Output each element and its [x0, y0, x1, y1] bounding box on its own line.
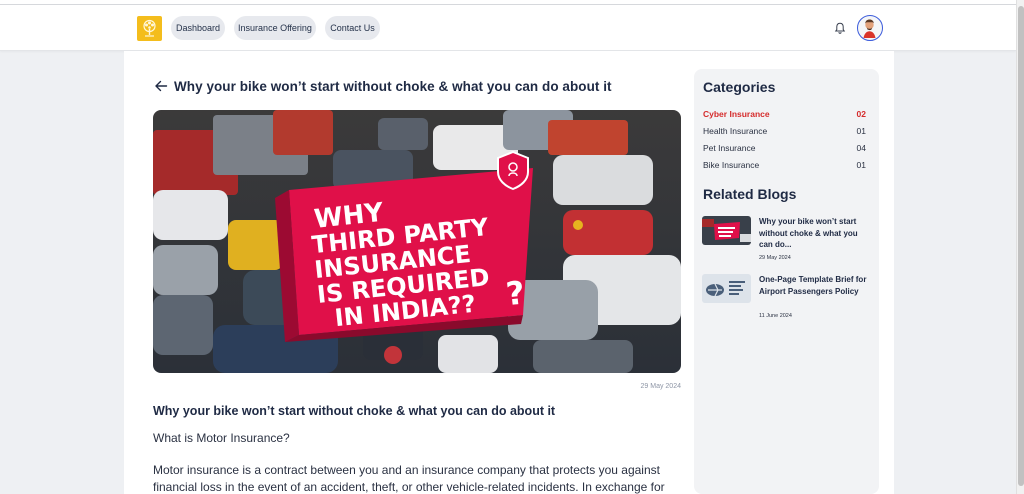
blog-thumbnail[interactable]	[702, 274, 751, 303]
post-date: 29 May 2024	[640, 383, 681, 390]
avatar[interactable]	[857, 15, 883, 41]
page-title: Why your bike won’t start without choke …	[174, 79, 612, 94]
category-count: 04	[856, 143, 866, 153]
category-label: Pet Insurance	[703, 143, 756, 153]
category-label: Health Insurance	[703, 126, 768, 136]
page-scrollbar[interactable]	[1016, 0, 1024, 494]
blog-date: 11 June 2024	[759, 313, 792, 319]
category-label: Bike Insurance	[703, 160, 760, 170]
category-count: 01	[856, 160, 866, 170]
tree-logo-icon[interactable]	[137, 16, 162, 41]
top-navbar: Dashboard Insurance Offering Contact Us	[0, 5, 1016, 51]
article-subheading: What is Motor Insurance?	[153, 431, 290, 445]
category-label: Cyber Insurance	[703, 109, 770, 119]
nav-insurance-offering[interactable]: Insurance Offering	[234, 16, 316, 40]
blog-title[interactable]: One-Page Template Brief for Airport Pass…	[759, 274, 869, 297]
related-blog-item[interactable]: One-Page Template Brief for Airport Pass…	[702, 274, 872, 322]
scrollbar-thumb[interactable]	[1018, 6, 1024, 486]
hero-word-6: ?	[504, 273, 526, 313]
arrow-left-icon[interactable]	[154, 79, 168, 97]
nav-dashboard[interactable]: Dashboard	[171, 16, 225, 40]
category-count: 02	[856, 109, 866, 119]
blog-date: 29 May 2024	[759, 255, 791, 261]
nav-contact-us[interactable]: Contact Us	[325, 16, 380, 40]
blog-thumbnail[interactable]	[702, 216, 751, 245]
category-item-bike-insurance[interactable]: Bike Insurance 01	[703, 160, 866, 172]
article-heading: Why your bike won’t start without choke …	[153, 404, 556, 418]
category-item-health-insurance[interactable]: Health Insurance 01	[703, 126, 866, 138]
blog-title[interactable]: Why your bike won’t start without choke …	[759, 216, 869, 251]
related-blog-item[interactable]: Why your bike won’t start without choke …	[702, 216, 872, 264]
sidebar: Categories Cyber Insurance 02 Health Ins…	[694, 69, 879, 494]
category-item-cyber-insurance[interactable]: Cyber Insurance 02	[703, 109, 866, 121]
category-count: 01	[856, 126, 866, 136]
article-paragraph: Motor insurance is a contract between yo…	[153, 463, 665, 494]
bell-icon[interactable]	[833, 21, 847, 35]
related-blogs-heading: Related Blogs	[703, 186, 797, 202]
categories-heading: Categories	[703, 79, 776, 95]
category-item-pet-insurance[interactable]: Pet Insurance 04	[703, 143, 866, 155]
hero-image: WHY THIRD PARTY INSURANCE IS REQUIRED IN…	[153, 110, 681, 373]
